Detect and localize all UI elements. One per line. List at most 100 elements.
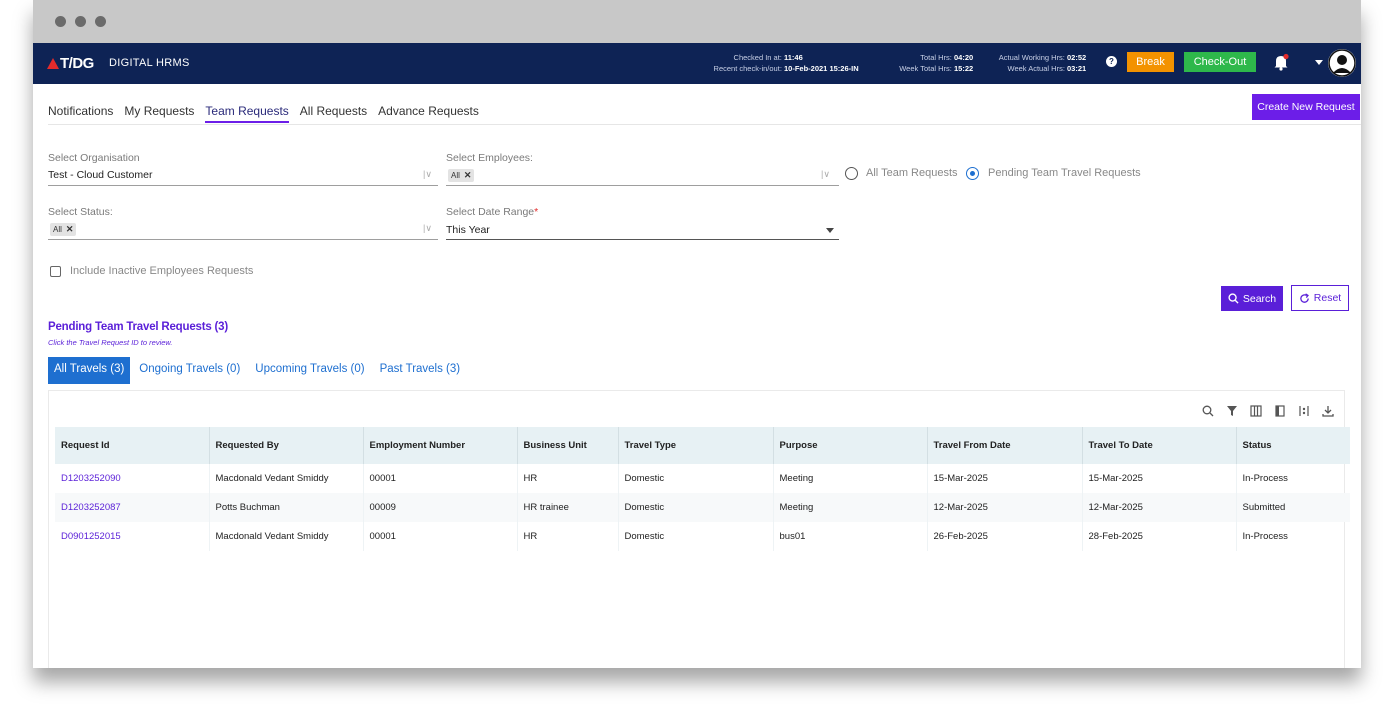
search-button[interactable]: Search	[1221, 286, 1283, 311]
employees-chip-label: All	[451, 171, 460, 180]
column-header[interactable]: Travel Type	[618, 427, 774, 464]
table-toolbar	[1202, 405, 1334, 417]
table-cell: Domestic	[618, 522, 774, 551]
table-cell: HR trainee	[517, 493, 619, 522]
tab-team-requests[interactable]: Team Requests	[205, 104, 289, 123]
week-total-label: Week Total Hrs:	[899, 64, 952, 73]
travel-tabs: All Travels (3) Ongoing Travels (0) Upco…	[48, 357, 469, 384]
tab-all-requests[interactable]: All Requests	[300, 104, 367, 123]
search-button-label: Search	[1242, 292, 1277, 305]
user-menu-chevron-down-icon[interactable]	[1315, 60, 1323, 65]
density-icon[interactable]	[1274, 405, 1286, 417]
column-header[interactable]: Travel From Date	[927, 427, 1083, 464]
status-underline	[48, 239, 438, 240]
tab-notifications[interactable]: Notifications	[48, 104, 113, 123]
travel-requests-table: Request Id Requested By Employment Numbe…	[55, 427, 1350, 551]
radio-pending-label[interactable]: Pending Team Travel Requests	[988, 167, 1141, 179]
organisation-underline	[48, 185, 438, 186]
table-cell: 00001	[363, 522, 518, 551]
filter-icon[interactable]	[1226, 405, 1238, 417]
include-inactive-checkbox[interactable]	[50, 266, 61, 277]
employees-chevron-down-icon[interactable]: |∨	[821, 169, 830, 180]
status-chip[interactable]: All ✕	[50, 223, 77, 236]
date-range-caret-down-icon[interactable]	[826, 228, 834, 233]
table-cell: Submitted	[1236, 493, 1350, 522]
table-row: D1203252090 Macdonald Vedant Smiddy 0000…	[55, 464, 1350, 493]
app-name: DIGITAL HRMS	[109, 57, 190, 69]
table-cell: Macdonald Vedant Smiddy	[209, 464, 364, 493]
columns-icon[interactable]	[1250, 405, 1262, 417]
notification-bell-icon[interactable]	[1271, 52, 1291, 77]
request-id-link[interactable]: D0901252015	[55, 522, 210, 551]
status-label: Select Status:	[48, 206, 113, 218]
date-range-label: Select Date Range*	[446, 206, 538, 218]
total-hrs-value: 04:20	[954, 53, 974, 62]
employees-label: Select Employees:	[446, 152, 533, 164]
radio-all-team-requests[interactable]	[845, 167, 858, 180]
organisation-select[interactable]: Test - Cloud Customer	[48, 169, 152, 181]
break-button[interactable]: Break	[1127, 52, 1174, 72]
tab-all-travels[interactable]: All Travels (3)	[48, 357, 131, 384]
tab-my-requests[interactable]: My Requests	[124, 104, 194, 123]
column-header[interactable]: Requested By	[209, 427, 364, 464]
date-range-underline	[446, 239, 839, 240]
column-header[interactable]: Employment Number	[363, 427, 518, 464]
week-actual-label: Week Actual Hrs:	[1007, 64, 1065, 73]
column-settings-icon[interactable]	[1298, 405, 1310, 417]
window-chrome	[33, 0, 1361, 43]
tab-ongoing-travels[interactable]: Ongoing Travels (0)	[133, 357, 246, 384]
required-asterisk: *	[534, 206, 539, 218]
radio-pending-team-travel-requests[interactable]	[966, 167, 979, 180]
column-header[interactable]: Business Unit	[517, 427, 619, 464]
column-header[interactable]: Request Id	[55, 427, 210, 464]
week-actual-value: 03:21	[1067, 64, 1087, 73]
table-cell: In-Process	[1242, 473, 1288, 484]
travel-table-panel: Request Id Requested By Employment Numbe…	[48, 390, 1350, 668]
table-cell: 26-Feb-2025	[927, 522, 1083, 551]
column-header[interactable]: Travel To Date	[1082, 427, 1237, 464]
avatar[interactable]	[1328, 49, 1356, 77]
create-new-request-button[interactable]: Create New Request	[1252, 94, 1360, 120]
table-cell: Macdonald Vedant Smiddy	[209, 522, 364, 551]
table-cell: bus01	[773, 522, 928, 551]
download-icon[interactable]	[1322, 405, 1334, 417]
date-range-select[interactable]: This Year	[446, 224, 490, 236]
window-dot	[95, 16, 106, 27]
remove-chip-icon[interactable]: ✕	[66, 224, 74, 234]
tab-upcoming-travels[interactable]: Upcoming Travels (0)	[249, 357, 370, 384]
organisation-chevron-down-icon[interactable]: |∨	[423, 169, 432, 180]
checked-in-label: Checked In at:	[733, 53, 782, 62]
request-id-link[interactable]: D1203252087	[55, 493, 210, 522]
request-id-link[interactable]: D1203252090	[55, 464, 210, 493]
actual-stats: Actual Working Hrs: 02:52 Week Actual Hr…	[983, 52, 1091, 74]
checkin-stats: Checked In at: 11:46 Recent check-in/out…	[673, 52, 870, 74]
logo[interactable]: T/DG	[47, 55, 94, 72]
table-cell: Domestic	[618, 464, 774, 493]
employees-chip[interactable]: All ✕	[448, 169, 475, 182]
total-hrs-label: Total Hrs:	[920, 53, 952, 62]
refresh-icon	[1300, 292, 1309, 303]
help-icon[interactable]: ?	[1106, 56, 1117, 67]
logo-triangle-icon	[47, 58, 59, 69]
include-inactive-label[interactable]: Include Inactive Employees Requests	[70, 265, 253, 277]
table-cell: 12-Mar-2025	[927, 493, 1083, 522]
search-icon	[1228, 293, 1239, 304]
status-chevron-down-icon[interactable]: |∨	[423, 223, 432, 234]
radio-all-team-requests-label[interactable]: All Team Requests	[866, 167, 958, 179]
section-title: Pending Team Travel Requests (3)	[48, 321, 228, 333]
top-navbar: T/DG DIGITAL HRMS Checked In at: 11:46 R…	[33, 43, 1361, 84]
reset-button[interactable]: Reset	[1291, 285, 1349, 311]
tab-past-travels[interactable]: Past Travels (3)	[374, 357, 467, 384]
remove-chip-icon[interactable]: ✕	[464, 170, 472, 180]
table-row: D1203252087 Potts Buchman 00009 HR train…	[55, 493, 1350, 522]
table-cell: HR	[517, 522, 619, 551]
search-icon[interactable]	[1202, 405, 1214, 417]
week-total-value: 15:22	[954, 64, 974, 73]
organisation-label: Select Organisation	[48, 152, 140, 164]
checkout-button[interactable]: Check-Out	[1184, 52, 1256, 72]
column-header[interactable]: Status	[1236, 427, 1350, 464]
column-header[interactable]: Purpose	[773, 427, 928, 464]
tab-advance-requests[interactable]: Advance Requests	[378, 104, 479, 123]
main-content: Notifications My Requests Team Requests …	[33, 84, 1361, 668]
window-dot	[55, 16, 66, 27]
